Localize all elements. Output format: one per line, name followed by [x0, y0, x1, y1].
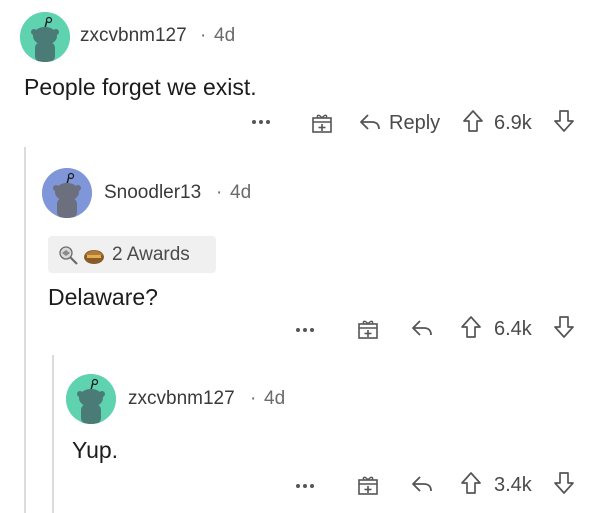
avatar[interactable] — [66, 374, 116, 424]
reply-arrow-icon[interactable] — [410, 474, 434, 494]
vote-score: 6.4k — [494, 318, 532, 340]
awards-count-label: 2 Awards — [112, 243, 190, 265]
award-icon — [84, 249, 104, 264]
snoo-avatar-icon — [66, 374, 116, 424]
more-options-icon[interactable] — [294, 320, 316, 340]
snoo-avatar-icon — [42, 168, 92, 218]
downvote-arrow-icon[interactable] — [553, 109, 575, 133]
upvote-arrow-icon[interactable] — [460, 471, 482, 495]
gift-award-icon[interactable] — [356, 316, 380, 340]
upvote-arrow-icon[interactable] — [462, 109, 484, 133]
more-options-icon[interactable] — [250, 112, 272, 132]
comment-age: 4d — [214, 25, 236, 46]
reply-button[interactable]: Reply — [389, 112, 440, 135]
upvote-arrow-icon[interactable] — [460, 315, 482, 339]
username[interactable]: zxcvbnm127 — [80, 25, 187, 47]
thread-line-level-2[interactable] — [52, 355, 54, 513]
downvote-arrow-icon[interactable] — [553, 315, 575, 339]
reply-arrow-icon[interactable] — [358, 112, 382, 132]
vote-score: 3.4k — [494, 474, 532, 496]
gift-award-icon[interactable] — [310, 110, 334, 134]
meta-separator: · — [250, 388, 257, 409]
meta-separator: · — [216, 182, 223, 203]
meta-separator: · — [200, 25, 207, 46]
username[interactable]: Snoodler13 — [104, 182, 201, 204]
vote-score: 6.9k — [494, 112, 532, 134]
more-options-icon[interactable] — [294, 476, 316, 496]
snoo-avatar-icon — [20, 12, 70, 62]
reply-arrow-icon[interactable] — [410, 318, 434, 338]
avatar[interactable] — [42, 168, 92, 218]
gift-award-icon[interactable] — [356, 472, 380, 496]
downvote-arrow-icon[interactable] — [553, 471, 575, 495]
avatar[interactable] — [20, 12, 70, 62]
username[interactable]: zxcvbnm127 — [128, 388, 235, 410]
comment-body: People forget we exist. — [24, 74, 257, 100]
awards-badge[interactable]: 2 Awards — [48, 236, 216, 273]
comment-body: Delaware? — [48, 284, 158, 310]
comment-age: 4d — [230, 182, 252, 203]
comment-age: 4d — [264, 388, 286, 409]
thread-line-level-1[interactable] — [24, 147, 26, 513]
award-icon — [59, 245, 78, 265]
comment-body: Yup. — [72, 437, 119, 463]
